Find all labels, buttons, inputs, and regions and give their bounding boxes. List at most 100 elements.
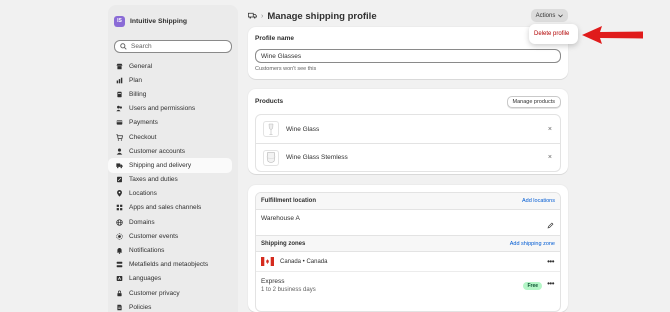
sidebar-item-billing[interactable]: Billing xyxy=(108,87,232,101)
search-placeholder: Search xyxy=(131,43,152,50)
sidebar-item-plan[interactable]: Plan xyxy=(108,73,232,87)
rate-name: Express xyxy=(261,278,285,285)
events-icon xyxy=(116,233,123,240)
list-item: Wine Glass Stemless × xyxy=(256,143,560,171)
sidebar-item-label: Shipping and delivery xyxy=(129,161,192,169)
sidebar-item-label: Customer accounts xyxy=(129,147,185,155)
location-icon xyxy=(116,190,123,197)
sidebar-item-domains[interactable]: Domains xyxy=(108,215,232,229)
sidebar-item-label: Users and permissions xyxy=(129,105,196,113)
store-name: Intuitive Shipping xyxy=(130,17,188,25)
sidebar-item-label: Notifications xyxy=(129,247,165,255)
remove-product-button[interactable]: × xyxy=(548,126,552,133)
sidebar-item-payments[interactable]: Payments xyxy=(108,116,232,130)
sidebar-item-label: Languages xyxy=(129,275,162,283)
fulfillment-location-label: Fulfillment location xyxy=(261,198,316,204)
actions-label: Actions xyxy=(535,12,556,19)
sidebar-item-label: Metafields and metaobjects xyxy=(129,261,209,269)
zone-name: Canada • Canada xyxy=(280,258,328,265)
sidebar-item-checkout[interactable]: Checkout xyxy=(108,130,232,144)
tax-icon xyxy=(116,176,123,183)
search-icon xyxy=(120,43,127,50)
sidebar-item-label: Customer events xyxy=(129,232,179,240)
profile-name-card: Profile name Wine Glasses Customers won'… xyxy=(248,27,568,79)
list-item: Wine Glass × xyxy=(256,115,560,143)
store-switcher[interactable]: IS Intuitive Shipping xyxy=(108,5,238,29)
sidebar-item-label: Taxes and duties xyxy=(129,176,178,184)
fulfillment-box: Fulfillment location Add locations Wareh… xyxy=(255,192,561,312)
warehouse-row: Warehouse A xyxy=(256,210,560,235)
product-name[interactable]: Wine Glass Stemless xyxy=(286,154,348,161)
remove-product-button[interactable]: × xyxy=(548,154,552,161)
rate-menu-button[interactable]: ••• xyxy=(547,279,554,288)
search-input[interactable]: Search xyxy=(114,40,232,53)
sidebar-item-locations[interactable]: Locations xyxy=(108,187,232,201)
zone-menu-button[interactable]: ••• xyxy=(547,257,554,266)
add-locations-link[interactable]: Add locations xyxy=(522,198,555,204)
globe-icon xyxy=(116,218,123,226)
users-icon xyxy=(116,105,123,112)
fulfillment-location-header: Fulfillment location Add locations xyxy=(256,193,560,210)
profile-name-heading: Profile name xyxy=(255,35,295,42)
sidebar-item-taxes[interactable]: Taxes and duties xyxy=(108,173,232,187)
sidebar-item-label: Checkout xyxy=(129,133,157,141)
settings-sidebar: IS Intuitive Shipping Search General Pla… xyxy=(108,5,238,312)
warehouse-name: Warehouse A xyxy=(261,215,300,222)
truck-icon xyxy=(116,162,123,169)
manage-products-button[interactable]: Manage products xyxy=(506,95,561,108)
sidebar-item-label: Billing xyxy=(129,90,147,98)
sidebar-item-label: Payments xyxy=(129,119,158,127)
sidebar-item-customer-events[interactable]: Customer events xyxy=(108,229,232,243)
sidebar-item-apps[interactable]: Apps and sales channels xyxy=(108,201,232,215)
product-name[interactable]: Wine Glass xyxy=(286,126,319,133)
free-badge: Free xyxy=(523,282,542,290)
sidebar-item-general[interactable]: General xyxy=(108,59,232,73)
rate-transit-time: 1 to 2 business days xyxy=(261,287,316,293)
sidebar-item-notifications[interactable]: Notifications xyxy=(108,243,232,257)
chart-icon xyxy=(116,77,123,84)
wine-glass-thumbnail xyxy=(263,121,279,137)
pencil-icon[interactable] xyxy=(547,222,554,229)
sidebar-item-metafields[interactable]: Metafields and metaobjects xyxy=(108,258,232,272)
sidebar-item-label: Locations xyxy=(129,190,157,198)
actions-popover: Delete profile xyxy=(529,24,578,44)
shipping-zone-row: Canada • Canada ••• xyxy=(256,252,560,272)
products-heading: Products xyxy=(255,98,284,105)
sidebar-item-languages[interactable]: Languages xyxy=(108,272,232,286)
profile-name-input[interactable]: Wine Glasses xyxy=(255,49,561,63)
sidebar-item-users[interactable]: Users and permissions xyxy=(108,102,232,116)
sidebar-item-label: Domains xyxy=(129,218,155,226)
sidebar-item-customer-privacy[interactable]: Customer privacy xyxy=(108,286,232,300)
apps-icon xyxy=(116,204,123,211)
page-header: › Manage shipping profile xyxy=(248,9,570,23)
bell-icon xyxy=(116,247,123,254)
actions-button[interactable]: Actions xyxy=(531,9,568,22)
person-icon xyxy=(116,148,123,155)
breadcrumb-separator: › xyxy=(261,12,264,20)
sidebar-item-label: Plan xyxy=(129,76,143,84)
policy-icon xyxy=(116,304,123,311)
annotation-arrow-icon xyxy=(582,26,643,44)
products-card: Products Manage products Wine Glass × Wi… xyxy=(248,89,568,174)
product-list: Wine Glass × Wine Glass Stemless × xyxy=(255,114,561,172)
sidebar-item-policies[interactable]: Policies xyxy=(108,300,232,312)
lock-icon xyxy=(116,290,123,297)
payments-icon xyxy=(116,119,123,126)
shipping-zones-label: Shipping zones xyxy=(261,240,306,247)
shipping-zones-header: Shipping zones Add shipping zone xyxy=(256,235,560,252)
sidebar-item-label: Apps and sales channels xyxy=(129,204,202,212)
sidebar-item-label: Policies xyxy=(129,303,152,311)
sidebar-item-shipping[interactable]: Shipping and delivery xyxy=(108,158,232,173)
stemless-glass-thumbnail xyxy=(263,149,279,166)
delete-profile-menu-item[interactable]: Delete profile xyxy=(534,31,569,37)
truck-icon[interactable] xyxy=(248,12,257,21)
shipping-rate-row: Express 1 to 2 business days Free ••• xyxy=(256,272,560,299)
cart-icon xyxy=(116,133,123,141)
page-title: Manage shipping profile xyxy=(267,10,377,22)
sidebar-item-label: General xyxy=(129,62,153,70)
fulfillment-card: Fulfillment location Add locations Wareh… xyxy=(248,185,568,312)
sidebar-item-customer-accounts[interactable]: Customer accounts xyxy=(108,144,232,158)
language-icon xyxy=(116,275,123,282)
add-shipping-zone-link[interactable]: Add shipping zone xyxy=(510,241,555,247)
sidebar-item-label: Customer privacy xyxy=(129,289,180,297)
